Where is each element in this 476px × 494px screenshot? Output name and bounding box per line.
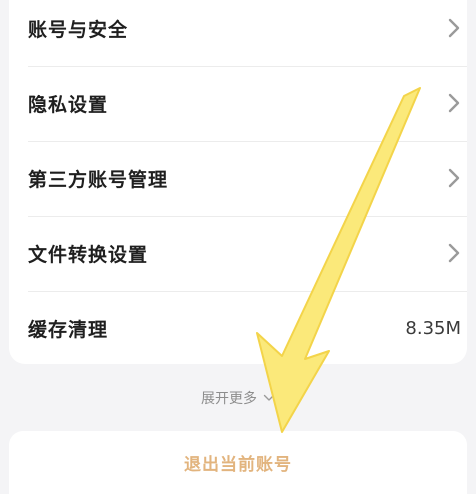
settings-item-label: 账号与安全 xyxy=(28,18,129,41)
settings-list-card: 账号与安全 隐私设置 第三方账号管理 文件转换设置 缓存清理 8.35M xyxy=(9,0,467,364)
chevron-right-icon xyxy=(448,168,460,188)
settings-item-account-security[interactable]: 账号与安全 xyxy=(9,0,467,66)
settings-item-label: 文件转换设置 xyxy=(28,243,149,266)
chevron-right-icon xyxy=(448,93,460,113)
expand-more-button[interactable]: 展开更多 xyxy=(0,386,476,410)
chevron-right-icon xyxy=(448,18,460,38)
settings-item-label: 隐私设置 xyxy=(28,93,109,116)
logout-button[interactable]: 退出当前账号 xyxy=(9,431,467,494)
logout-label: 退出当前账号 xyxy=(184,455,292,475)
chevron-right-icon xyxy=(448,243,460,263)
cache-size-value: 8.35M xyxy=(405,317,461,339)
settings-item-third-party-accounts[interactable]: 第三方账号管理 xyxy=(9,140,467,216)
settings-item-file-conversion[interactable]: 文件转换设置 xyxy=(9,215,467,291)
expand-more-label: 展开更多 xyxy=(201,391,257,407)
settings-item-cache-clear[interactable]: 缓存清理 8.35M xyxy=(9,290,467,366)
settings-item-label: 第三方账号管理 xyxy=(28,168,169,191)
settings-item-privacy[interactable]: 隐私设置 xyxy=(9,65,467,141)
chevron-down-icon xyxy=(263,394,275,401)
settings-item-label: 缓存清理 xyxy=(28,318,109,341)
